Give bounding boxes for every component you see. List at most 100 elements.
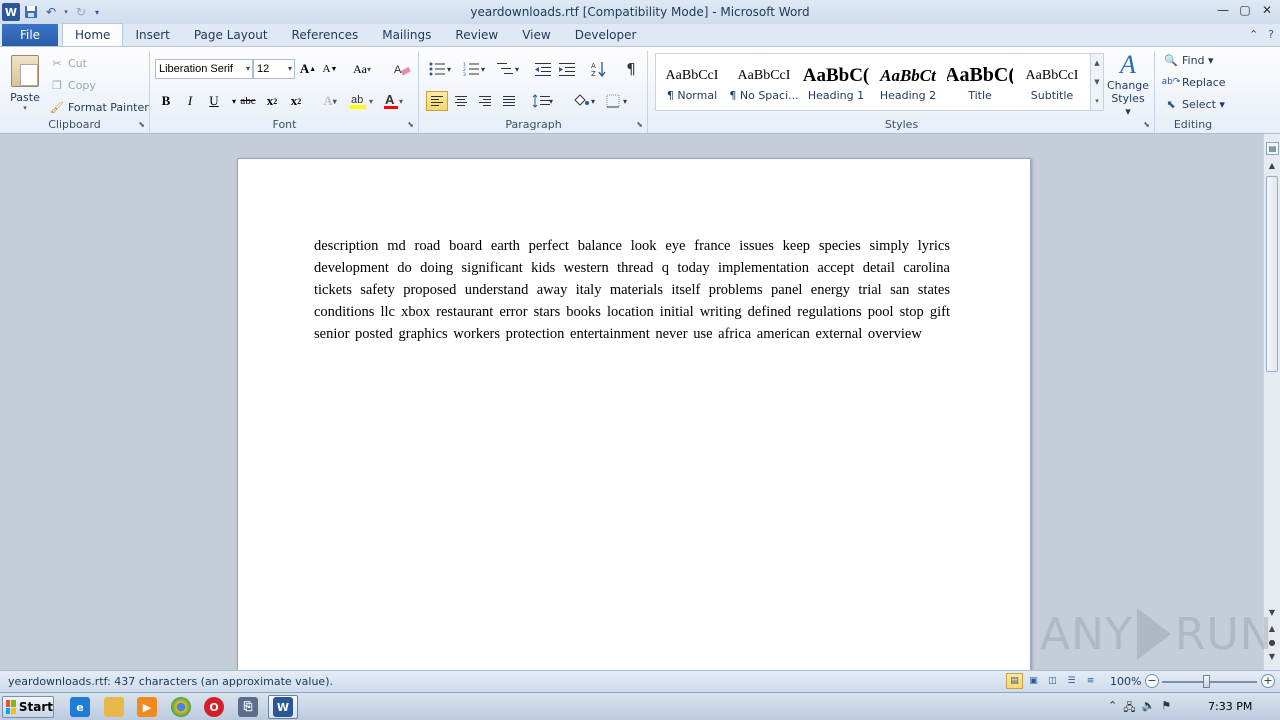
- outline-icon[interactable]: ☰: [1063, 673, 1080, 689]
- zoom-level[interactable]: 100%: [1110, 675, 1141, 688]
- gallery-more-icon[interactable]: ▾: [1095, 97, 1099, 105]
- borders-dropdown-icon[interactable]: ▾: [620, 91, 630, 111]
- maximize-icon[interactable]: ▢: [1236, 2, 1254, 18]
- tab-page-layout[interactable]: Page Layout: [182, 24, 280, 46]
- copy-button[interactable]: ❐ Copy: [50, 78, 96, 92]
- paste-button[interactable]: Paste ▾: [6, 53, 44, 113]
- subscript-button[interactable]: x2: [263, 91, 281, 111]
- redo-icon[interactable]: ↻: [72, 3, 90, 21]
- replace-button[interactable]: ab↷ Replace: [1162, 75, 1226, 89]
- text-effects-button[interactable]: A ▾: [321, 91, 339, 111]
- tab-developer[interactable]: Developer: [563, 24, 649, 46]
- chrome-icon[interactable]: [171, 697, 191, 717]
- paragraph-launcher-icon[interactable]: ⬊: [636, 120, 643, 129]
- document-page[interactable]: description md road board earth perfect …: [237, 158, 1031, 670]
- scroll-up-icon[interactable]: ▲: [1264, 161, 1280, 175]
- highlight-button[interactable]: ab ▾: [349, 91, 373, 111]
- action-center-flag-icon[interactable]: ⚑: [1161, 699, 1171, 718]
- zoom-slider-thumb[interactable]: [1203, 675, 1211, 688]
- gallery-up-icon[interactable]: ▲: [1094, 59, 1099, 67]
- change-styles-button[interactable]: A Change Styles ▾: [1107, 51, 1149, 119]
- draft-icon[interactable]: ≡: [1082, 673, 1099, 689]
- shrink-font-button[interactable]: A ▼: [321, 59, 339, 79]
- tab-mailings[interactable]: Mailings: [370, 24, 443, 46]
- font-launcher-icon[interactable]: ⬊: [407, 120, 414, 129]
- show-hidden-icons-icon[interactable]: ⌃: [1108, 699, 1117, 718]
- numbering-dropdown-icon[interactable]: ▾: [478, 59, 488, 79]
- bold-button[interactable]: B: [157, 91, 175, 111]
- font-size-combo[interactable]: 12 ▾: [253, 59, 295, 79]
- find-button[interactable]: 🔍 Find ▾: [1164, 53, 1213, 67]
- sort-button[interactable]: AZ: [588, 59, 610, 79]
- clock[interactable]: 7:33 PM: [1208, 700, 1252, 713]
- close-icon[interactable]: ✕: [1258, 2, 1276, 18]
- minimize-icon[interactable]: —: [1214, 2, 1232, 18]
- zoom-in-icon[interactable]: +: [1261, 674, 1275, 688]
- bullets-dropdown-icon[interactable]: ▾: [444, 59, 454, 79]
- change-case-button[interactable]: Aa ▾: [353, 59, 371, 79]
- tab-file[interactable]: File: [2, 24, 58, 46]
- view-ruler-icon[interactable]: ▤: [1266, 142, 1279, 155]
- align-left-button[interactable]: [426, 91, 448, 111]
- grow-font-button[interactable]: A ▲: [299, 59, 317, 79]
- word-taskbar-icon[interactable]: W: [273, 697, 293, 717]
- web-layout-icon[interactable]: ◫: [1044, 673, 1061, 689]
- undo-dropdown-icon[interactable]: ▾: [62, 3, 70, 21]
- media-player-icon[interactable]: ▶: [137, 697, 157, 717]
- tab-insert[interactable]: Insert: [123, 24, 181, 46]
- vertical-scrollbar[interactable]: ▤ ▲ ▼ ▲ ● ▼: [1263, 134, 1280, 670]
- increase-indent-button[interactable]: [556, 59, 578, 79]
- style-heading-2[interactable]: AaBbCt Heading 2: [872, 54, 944, 110]
- tab-review[interactable]: Review: [443, 24, 510, 46]
- font-name-combo[interactable]: Liberation Serif ▾: [155, 59, 253, 79]
- start-button[interactable]: Start: [2, 696, 54, 718]
- document-body-text[interactable]: description md road board earth perfect …: [314, 235, 950, 345]
- network-connections-icon[interactable]: ⎘: [238, 697, 258, 717]
- format-painter-button[interactable]: 🖌 Format Painter: [50, 100, 149, 114]
- style-normal[interactable]: AaBbCcI ¶ Normal: [656, 54, 728, 110]
- align-right-icon: [479, 96, 491, 106]
- align-center-button[interactable]: [450, 91, 472, 111]
- clear-formatting-button[interactable]: A: [393, 59, 411, 79]
- align-right-button[interactable]: [474, 91, 496, 111]
- save-icon[interactable]: [22, 3, 40, 21]
- undo-icon[interactable]: ↶: [42, 3, 60, 21]
- clipboard-launcher-icon[interactable]: ⬊: [138, 120, 145, 129]
- style-no-spacing[interactable]: AaBbCcI ¶ No Spaci...: [728, 54, 800, 110]
- network-icon[interactable]: 🖧: [1123, 699, 1135, 718]
- tab-view[interactable]: View: [510, 24, 562, 46]
- volume-icon[interactable]: 🔈: [1141, 699, 1155, 718]
- styles-launcher-icon[interactable]: ⬊: [1143, 120, 1150, 129]
- underline-button[interactable]: U: [205, 91, 223, 111]
- gallery-down-icon[interactable]: ▼: [1094, 78, 1099, 86]
- superscript-button[interactable]: x2: [287, 91, 305, 111]
- decrease-indent-button[interactable]: [532, 59, 554, 79]
- justify-button[interactable]: [498, 91, 520, 111]
- full-screen-reading-icon[interactable]: ▣: [1025, 673, 1042, 689]
- file-explorer-icon[interactable]: [104, 697, 124, 717]
- italic-button[interactable]: I: [181, 91, 199, 111]
- style-heading-1[interactable]: AaBbC( Heading 1: [800, 54, 872, 110]
- show-marks-button[interactable]: ¶: [620, 59, 642, 79]
- select-button[interactable]: ⬉ Select ▾: [1164, 97, 1225, 111]
- multilevel-dropdown-icon[interactable]: ▾: [512, 59, 522, 79]
- style-title[interactable]: AaBbC( Title: [944, 54, 1016, 110]
- shading-dropdown-icon[interactable]: ▾: [588, 91, 598, 111]
- tab-home[interactable]: Home: [62, 23, 124, 46]
- strikethrough-button[interactable]: abc: [239, 91, 257, 111]
- customize-qat-icon[interactable]: ▾: [92, 3, 102, 21]
- help-icon[interactable]: ?: [1268, 28, 1274, 41]
- line-spacing-dropdown-icon[interactable]: ▾: [546, 91, 556, 111]
- tab-references[interactable]: References: [280, 24, 371, 46]
- cut-button[interactable]: ✂ Cut: [50, 56, 87, 70]
- style-subtitle[interactable]: AaBbCcI Subtitle: [1016, 54, 1088, 110]
- scroll-thumb[interactable]: [1266, 176, 1278, 372]
- word-app-icon[interactable]: W: [2, 3, 20, 21]
- minimize-ribbon-icon[interactable]: ⌃: [1249, 28, 1258, 41]
- print-layout-icon[interactable]: ▤: [1006, 673, 1023, 689]
- anyrun-watermark: ANY RUN: [1040, 608, 1274, 660]
- font-color-button[interactable]: A ▾: [383, 91, 403, 111]
- zoom-out-icon[interactable]: −: [1145, 674, 1159, 688]
- internet-explorer-icon[interactable]: e: [70, 697, 90, 717]
- opera-icon[interactable]: O: [204, 697, 224, 717]
